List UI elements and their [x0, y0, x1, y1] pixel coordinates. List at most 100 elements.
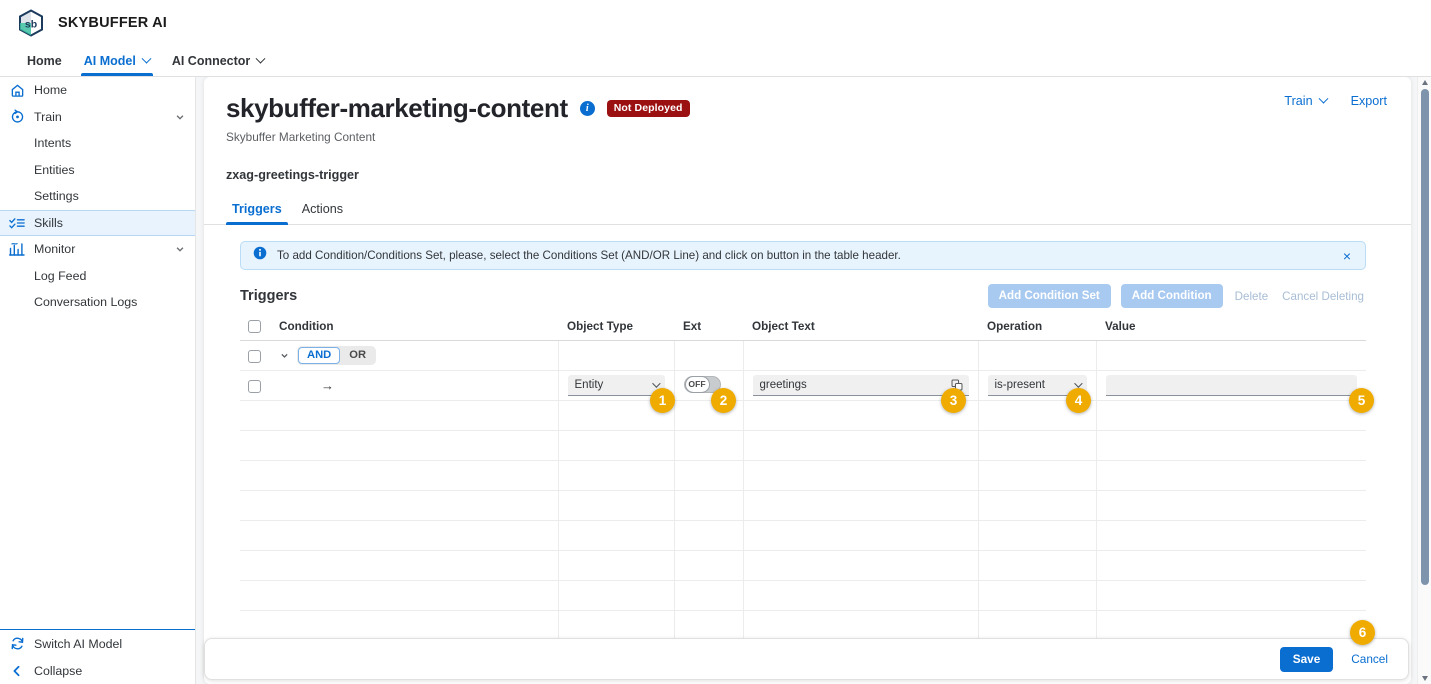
status-badge: Not Deployed — [606, 100, 690, 117]
content-area: skybuffer-marketing-content i Not Deploy… — [196, 77, 1431, 684]
export-button[interactable]: Export — [1351, 94, 1387, 108]
scroll-down-arrow-icon[interactable] — [1421, 676, 1428, 681]
train-button[interactable]: Train — [1284, 93, 1329, 108]
footer-action-bar: Save Cancel — [204, 638, 1409, 680]
and-option[interactable]: AND — [298, 347, 341, 365]
row-checkbox-cell — [240, 430, 270, 462]
object-type-cell — [558, 430, 675, 462]
row-checkbox[interactable] — [248, 379, 261, 393]
select-all-checkbox[interactable] — [248, 320, 261, 334]
table-actions: Add Condition Set Add Condition Delete C… — [987, 284, 1366, 308]
info-icon[interactable]: i — [579, 101, 595, 116]
table-row[interactable] — [240, 430, 1366, 462]
table-row[interactable] — [240, 550, 1366, 582]
object-text-cell — [743, 430, 979, 462]
object-type-value: Entity — [574, 379, 604, 392]
object-text-input[interactable]: greetings — [752, 375, 969, 397]
chevron-down-icon — [255, 53, 266, 64]
table-row[interactable] — [240, 460, 1366, 492]
object-text-cell — [743, 490, 979, 522]
object-type-select[interactable]: Entity — [567, 375, 665, 397]
table-row[interactable] — [240, 580, 1366, 612]
scroll-up-arrow-icon[interactable] — [1421, 80, 1428, 85]
or-option[interactable]: OR — [340, 347, 375, 364]
value-cell — [1096, 370, 1366, 402]
step-badge-6: 6 — [1350, 620, 1375, 645]
table-row[interactable] — [240, 490, 1366, 522]
select-all-checkbox-cell — [240, 315, 270, 342]
row-checkbox-cell — [240, 550, 270, 582]
scrollbar-thumb[interactable] — [1421, 89, 1429, 585]
chevron-down-icon — [1073, 379, 1083, 389]
cancel-button[interactable]: Cancel — [1347, 647, 1392, 671]
chevron-down-icon[interactable] — [175, 244, 185, 254]
column-header-object-text: Object Text — [743, 315, 978, 342]
value-cell — [1096, 490, 1366, 522]
chevron-down-icon[interactable] — [175, 112, 185, 122]
sidebar-item-monitor[interactable]: Monitor — [0, 236, 195, 263]
operation-cell — [978, 340, 1097, 372]
refresh-icon — [0, 636, 34, 651]
delete-button[interactable]: Delete — [1233, 290, 1271, 303]
table-row[interactable]: AND OR — [240, 340, 1366, 372]
sidebar-item-skills[interactable]: Skills — [0, 209, 195, 236]
sidebar-item-conversation-logs[interactable]: Conversation Logs — [0, 289, 195, 316]
save-button[interactable]: Save — [1279, 646, 1334, 672]
ext-cell — [674, 460, 744, 492]
value-cell — [1096, 550, 1366, 582]
add-condition-set-button[interactable]: Add Condition Set — [987, 284, 1111, 308]
page-header: skybuffer-marketing-content i Not Deploy… — [204, 77, 1411, 182]
sidebar-item-train[interactable]: Train — [0, 104, 195, 131]
sidebar-item-intents-label: Intents — [34, 136, 72, 151]
table-row[interactable]: → Entity OFF greetings is-present — [240, 370, 1366, 402]
export-button-label: Export — [1350, 94, 1387, 108]
sidebar-item-log-feed-label: Log Feed — [34, 268, 87, 283]
condition-cell — [270, 610, 559, 642]
sidebar-item-log-feed[interactable]: Log Feed — [0, 263, 195, 290]
value-input[interactable] — [1105, 375, 1357, 397]
column-header-operation: Operation — [978, 315, 1096, 342]
nav-item-home-label: Home — [27, 54, 62, 68]
tab-triggers[interactable]: Triggers — [226, 198, 288, 225]
sidebar-item-intents[interactable]: Intents — [0, 130, 195, 157]
cancel-deleting-button[interactable]: Cancel Deleting — [1280, 290, 1366, 303]
object-text-value: greetings — [759, 379, 807, 392]
skill-detail-card: skybuffer-marketing-content i Not Deploy… — [204, 77, 1411, 684]
table-header-row: Condition Object Type Ext Object Text Op… — [240, 315, 1366, 342]
object-text-cell — [743, 550, 979, 582]
table-row[interactable] — [240, 400, 1366, 432]
sidebar-item-collapse[interactable]: Collapse — [0, 657, 195, 684]
nav-item-ai-connector-label: AI Connector — [171, 54, 251, 68]
table-row[interactable] — [240, 610, 1366, 642]
title-row: skybuffer-marketing-content i Not Deploy… — [226, 93, 1389, 124]
object-type-cell — [558, 520, 675, 552]
header-actions: Train Export — [1284, 93, 1387, 108]
vertical-scrollbar[interactable] — [1417, 77, 1431, 684]
ext-cell — [674, 550, 744, 582]
triggers-table-wrapper: Condition Object Type Ext Object Text Op… — [240, 315, 1366, 672]
tab-actions[interactable]: Actions — [296, 198, 349, 224]
expand-collapse-icon[interactable] — [279, 351, 289, 360]
sidebar-switch-ai-model-label: Switch AI Model — [34, 636, 123, 651]
sidebar-item-settings-label: Settings — [34, 189, 79, 204]
table-row[interactable] — [240, 520, 1366, 552]
nav-item-home[interactable]: Home — [16, 46, 73, 76]
sidebar-item-switch-ai-model[interactable]: Switch AI Model — [0, 630, 195, 657]
close-icon[interactable]: × — [1341, 249, 1353, 263]
ext-cell — [674, 520, 744, 552]
ext-toggle-label: OFF — [684, 375, 710, 393]
condition-child-cell: → — [270, 370, 559, 402]
and-or-toggle[interactable]: AND OR — [297, 346, 377, 366]
row-checkbox-cell — [240, 460, 270, 492]
column-header-ext: Ext — [674, 315, 743, 342]
add-condition-button[interactable]: Add Condition — [1120, 284, 1223, 308]
nav-item-ai-connector[interactable]: AI Connector — [161, 46, 275, 76]
train-button-label: Train — [1284, 94, 1313, 108]
sidebar-item-home[interactable]: Home — [0, 77, 195, 104]
operation-cell — [978, 430, 1097, 462]
row-checkbox[interactable] — [248, 349, 261, 363]
sidebar-item-settings[interactable]: Settings — [0, 183, 195, 210]
nav-item-ai-model[interactable]: AI Model — [73, 46, 161, 76]
sidebar-item-entities[interactable]: Entities — [0, 157, 195, 184]
step-badge-1: 1 — [650, 388, 675, 413]
